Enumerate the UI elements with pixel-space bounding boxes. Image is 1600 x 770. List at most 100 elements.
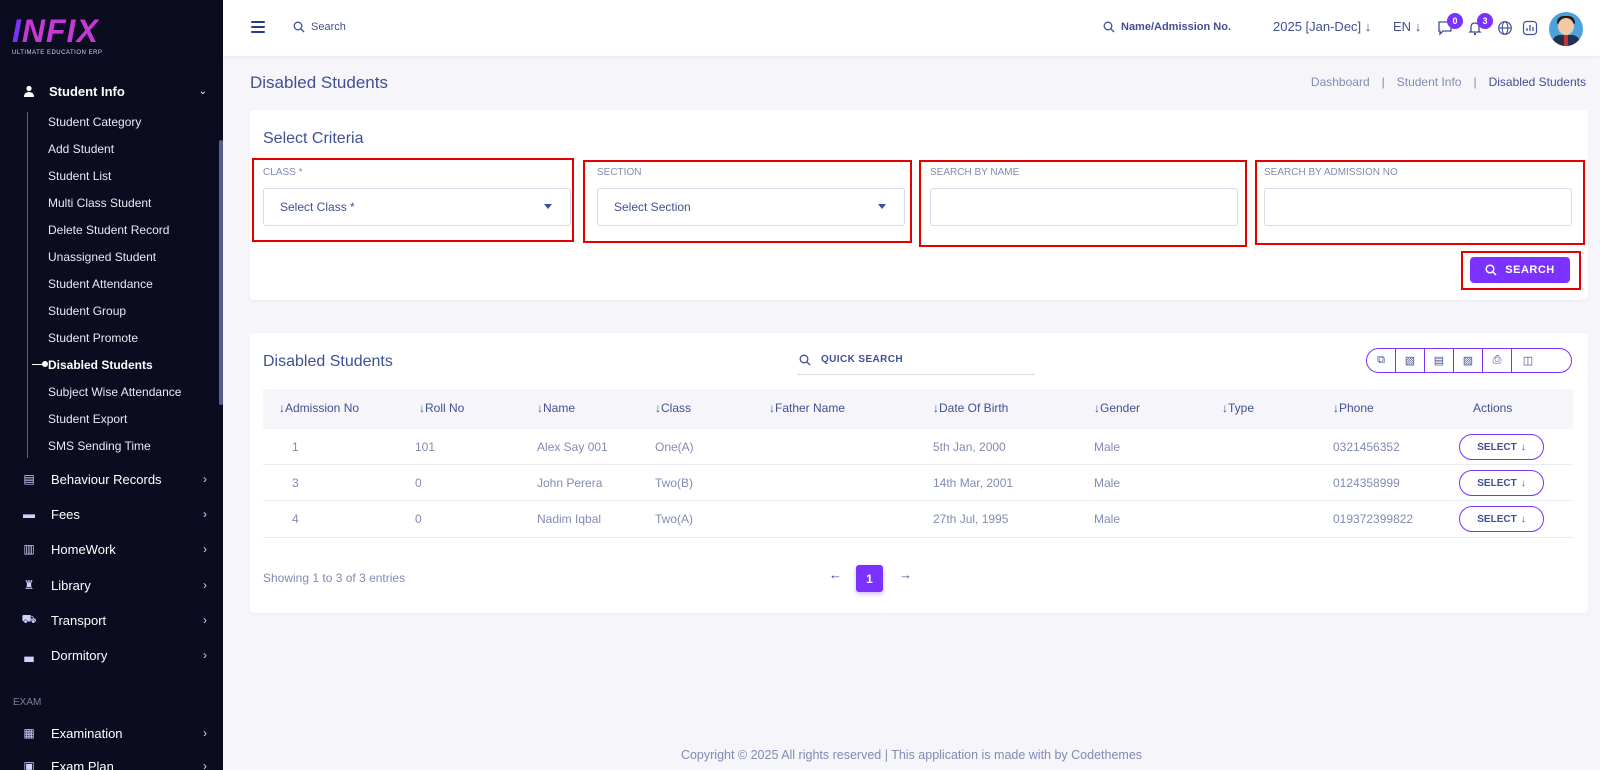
- column-header-label: Father Name: [775, 401, 846, 415]
- sidebar-item-subject-wise-attendance[interactable]: Subject Wise Attendance: [48, 385, 181, 399]
- column-header-father-name[interactable]: ↓Father Name: [769, 401, 845, 415]
- sidebar-item-student-export[interactable]: Student Export: [48, 412, 127, 426]
- row-select-button[interactable]: SELECT ↓: [1459, 506, 1544, 532]
- chat-icon[interactable]: 0: [1436, 13, 1463, 37]
- search-name-label: SEARCH BY NAME: [930, 167, 1020, 178]
- sidebar-item-homework[interactable]: ▥ HomeWork ›: [22, 538, 207, 560]
- breadcrumb-student-info[interactable]: Student Info: [1397, 75, 1462, 89]
- row-select-button[interactable]: SELECT ↓: [1459, 434, 1544, 460]
- sidebar: INFIX ULTIMATE EDUCATION ERP Student Inf…: [0, 0, 223, 770]
- column-header-date-of-birth[interactable]: ↓Date Of Birth: [933, 401, 1008, 415]
- hamburger-menu-icon[interactable]: [251, 21, 265, 33]
- sidebar-item-multi-class-student[interactable]: Multi Class Student: [48, 196, 151, 210]
- chevron-right-icon: ›: [203, 613, 207, 627]
- sidebar-item-student-group[interactable]: Student Group: [48, 304, 126, 318]
- sidebar-item-sms-sending-time[interactable]: SMS Sending Time: [48, 439, 151, 453]
- user-icon: [22, 84, 36, 98]
- sidebar-item-exam-plan[interactable]: ▣ Exam Plan ›: [22, 755, 207, 770]
- avatar[interactable]: [1549, 12, 1583, 46]
- pdf-icon[interactable]: ▨: [1454, 349, 1483, 372]
- columns-icon[interactable]: ◫: [1512, 349, 1544, 372]
- academic-year-value: 2025 [Jan-Dec]: [1273, 19, 1362, 34]
- sidebar-item-student-list[interactable]: Student List: [48, 169, 111, 183]
- sidebar-item-unassigned-student[interactable]: Unassigned Student: [48, 250, 156, 264]
- column-header-gender[interactable]: ↓Gender: [1094, 401, 1140, 415]
- column-header-type[interactable]: ↓Type: [1222, 401, 1254, 415]
- sidebar-item-delete-student-record[interactable]: Delete Student Record: [48, 223, 169, 237]
- sidebar-item-disabled-students[interactable]: Disabled Students: [48, 358, 153, 372]
- breadcrumb: Dashboard | Student Info | Disabled Stud…: [1311, 75, 1586, 89]
- row-divider: [263, 500, 1573, 501]
- arrow-left-icon[interactable]: ←: [829, 567, 842, 582]
- class-select-value: Select Class *: [280, 200, 355, 214]
- arrow-down-icon: ↓: [1364, 19, 1372, 34]
- chevron-right-icon: ›: [203, 726, 207, 740]
- search-admission-label: SEARCH BY ADMISSION NO: [1264, 167, 1398, 178]
- sidebar-item-student-category[interactable]: Student Category: [48, 115, 141, 129]
- excel-icon[interactable]: ▧: [1396, 349, 1425, 372]
- analytics-icon[interactable]: [1521, 19, 1539, 37]
- print-icon[interactable]: ⎙: [1483, 349, 1512, 372]
- cell-name: Nadim Iqbal: [537, 512, 602, 526]
- footer-copyright: Copyright © 2025 All rights reserved | T…: [680, 748, 1143, 762]
- sidebar-item-fees[interactable]: ▬ Fees ›: [22, 503, 207, 525]
- quick-search-input[interactable]: QUICK SEARCH: [797, 345, 1035, 375]
- logo-tagline: ULTIMATE EDUCATION ERP: [12, 50, 103, 56]
- search-button-label: SEARCH: [1505, 264, 1555, 276]
- global-search[interactable]: Search: [293, 21, 346, 33]
- chevron-right-icon: ›: [203, 759, 207, 770]
- csv-icon[interactable]: ▤: [1425, 349, 1454, 372]
- sidebar-item-label: Exam Plan: [51, 758, 114, 770]
- column-header-phone[interactable]: ↓Phone: [1333, 401, 1374, 415]
- name-admission-search[interactable]: Name/Admission No.: [1103, 21, 1231, 33]
- search-admission-input[interactable]: [1264, 188, 1572, 226]
- arrow-down-icon: ↓: [1520, 513, 1526, 525]
- copy-icon[interactable]: ⧉: [1367, 349, 1396, 372]
- arrow-down-icon: ↓: [1414, 19, 1422, 34]
- column-header-name[interactable]: ↓Name: [537, 401, 575, 415]
- search-icon: [293, 21, 305, 33]
- sidebar-item-examination[interactable]: ▦ Examination ›: [22, 722, 207, 744]
- class-label: CLASS *: [263, 167, 303, 178]
- sidebar-scrollbar[interactable]: [219, 140, 223, 405]
- search-button[interactable]: SEARCH: [1470, 257, 1570, 283]
- sidebar-item-dormitory[interactable]: ▃ Dormitory ›: [22, 644, 207, 666]
- sidebar-item-label: Transport: [51, 612, 107, 628]
- column-header-admission-no[interactable]: ↓Admission No: [279, 401, 359, 415]
- globe-icon[interactable]: [1496, 19, 1514, 37]
- sidebar-item-student-promote[interactable]: Student Promote: [48, 331, 138, 345]
- pagination-current-page[interactable]: 1: [856, 565, 883, 592]
- row-divider: [263, 464, 1573, 465]
- chevron-right-icon: ›: [203, 507, 207, 521]
- column-header-label: Roll No: [425, 401, 465, 415]
- column-header-class[interactable]: ↓Class: [655, 401, 691, 415]
- row-select-button[interactable]: SELECT ↓: [1459, 470, 1544, 496]
- map-icon: ▦: [23, 726, 35, 740]
- logo[interactable]: INFIX ULTIMATE EDUCATION ERP: [12, 14, 102, 56]
- library-icon: ♜: [23, 578, 35, 592]
- cell-class: Two(A): [655, 512, 694, 526]
- class-select[interactable]: Select Class *: [263, 188, 571, 226]
- column-header-label: Type: [1228, 401, 1255, 415]
- sidebar-item-behaviour-records[interactable]: ▤ Behaviour Records ›: [22, 468, 207, 490]
- money-icon: ▬: [23, 507, 35, 521]
- arrow-down-icon: ↓: [1520, 441, 1526, 453]
- sidebar-item-student-attendance[interactable]: Student Attendance: [48, 277, 153, 291]
- select-button-label: SELECT: [1477, 477, 1517, 489]
- sidebar-group-student-info[interactable]: Student Info ⌄: [22, 80, 207, 102]
- bell-icon[interactable]: 3: [1466, 13, 1493, 37]
- arrow-right-icon[interactable]: →: [899, 567, 912, 582]
- pagination-info: Showing 1 to 3 of 3 entries: [263, 571, 406, 585]
- section-label: SECTION: [597, 167, 642, 178]
- active-indicator: [32, 361, 48, 367]
- cell-gender: Male: [1094, 512, 1121, 526]
- language-select[interactable]: EN ↓: [1393, 19, 1421, 34]
- academic-year-select[interactable]: 2025 [Jan-Dec] ↓: [1273, 19, 1371, 34]
- section-select[interactable]: Select Section: [597, 188, 905, 226]
- sidebar-item-transport[interactable]: ⛟ Transport ›: [21, 609, 207, 631]
- sidebar-item-library[interactable]: ♜ Library ›: [22, 574, 207, 596]
- search-name-input[interactable]: [930, 188, 1238, 226]
- breadcrumb-dashboard[interactable]: Dashboard: [1311, 75, 1370, 89]
- column-header-roll-no[interactable]: ↓Roll No: [419, 401, 464, 415]
- sidebar-item-add-student[interactable]: Add Student: [48, 142, 114, 156]
